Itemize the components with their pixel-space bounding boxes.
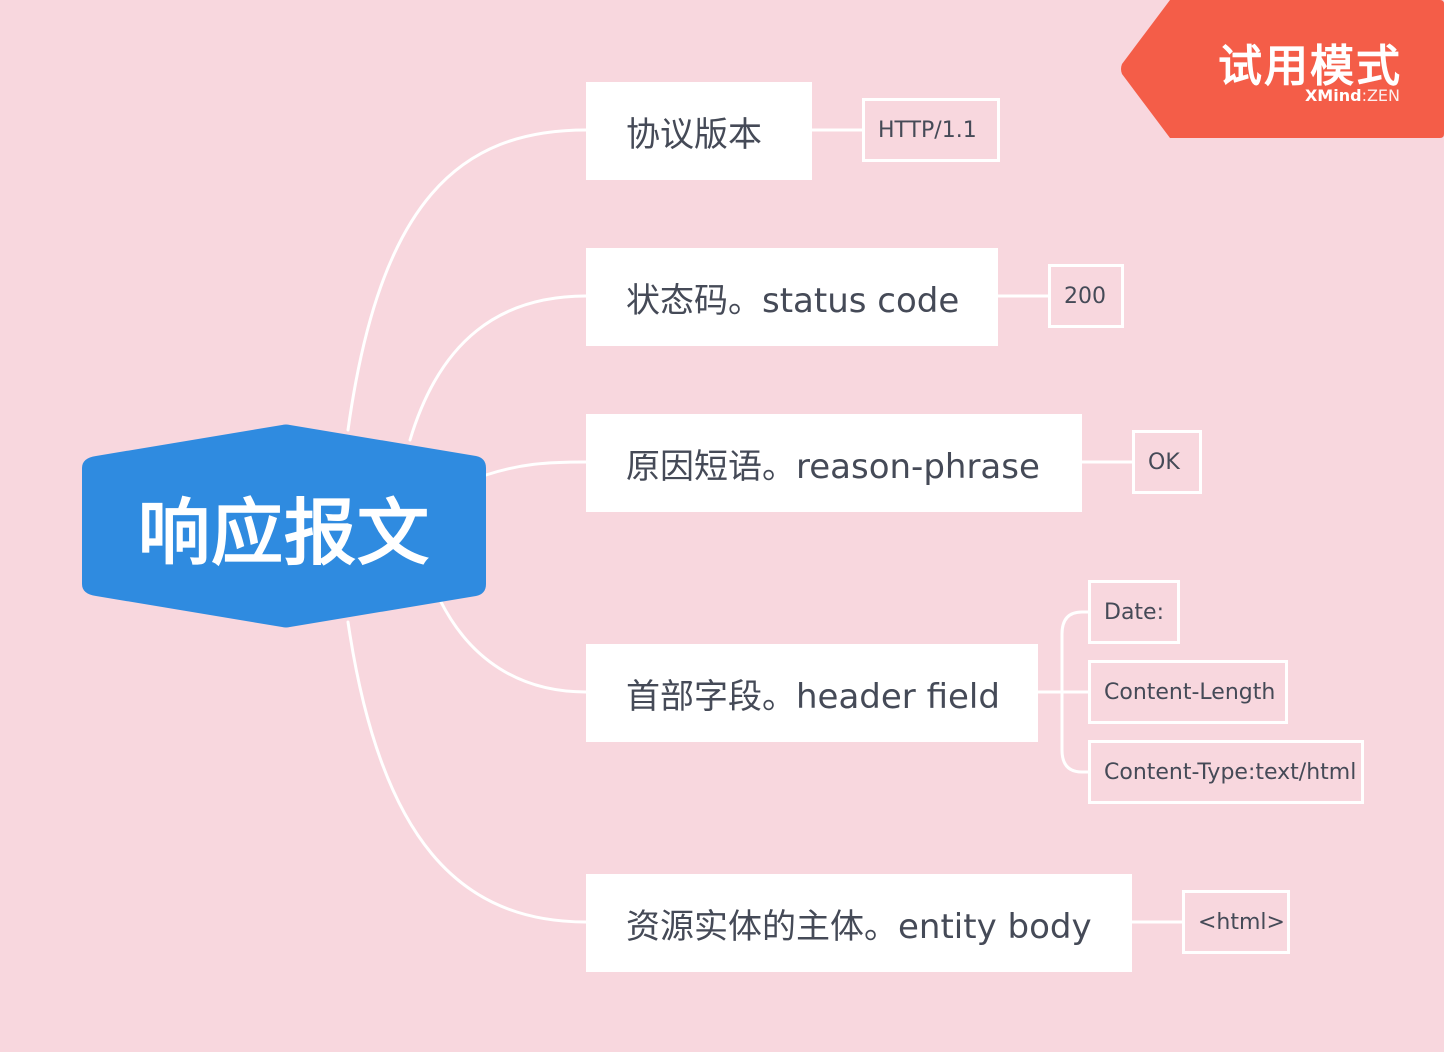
topic-label: 协议版本 bbox=[626, 114, 762, 155]
connector-branch-2 bbox=[408, 294, 588, 442]
brand-edition: ZEN bbox=[1366, 86, 1400, 105]
subtopic-label: Date: bbox=[1104, 599, 1164, 625]
topic-label: 原因短语。reason-phrase bbox=[626, 446, 1040, 487]
topic-protocol-version[interactable]: 协议版本 bbox=[586, 82, 812, 180]
xmind-zen-logo: XMind:ZEN bbox=[1305, 86, 1400, 105]
topic-label: 首部字段。header field bbox=[626, 676, 1000, 717]
subtopic-status-value[interactable]: 200 bbox=[1048, 264, 1124, 328]
subtopic-label: OK bbox=[1148, 449, 1180, 475]
subtopic-content-type[interactable]: Content-Type:text/html bbox=[1088, 740, 1364, 804]
connector-branch-1 bbox=[346, 128, 588, 432]
central-topic[interactable]: 响应报文 bbox=[82, 424, 486, 628]
subtopic-content-length[interactable]: Content-Length bbox=[1088, 660, 1288, 724]
subtopic-label: Content-Type:text/html bbox=[1104, 759, 1357, 785]
topic-entity-body[interactable]: 资源实体的主体。entity body bbox=[586, 874, 1132, 972]
central-topic-label: 响应报文 bbox=[137, 490, 430, 575]
connector-sub-4a bbox=[1035, 610, 1092, 694]
trial-mode-badge: 试用模式 XMind:ZEN bbox=[1120, 0, 1444, 138]
subtopic-label: HTTP/1.1 bbox=[878, 117, 977, 143]
subtopic-date[interactable]: Date: bbox=[1088, 580, 1180, 644]
mind-map-canvas: 响应报文 协议版本 HTTP/1.1 状态码。status code 200 原… bbox=[0, 0, 1444, 1052]
connector-branch-5 bbox=[346, 620, 588, 924]
subtopic-html[interactable]: <html> bbox=[1182, 890, 1290, 954]
subtopic-reason-value[interactable]: OK bbox=[1132, 430, 1202, 494]
connector-sub-4c bbox=[1060, 690, 1092, 774]
connector-branch-3 bbox=[484, 460, 588, 477]
subtopic-label: <html> bbox=[1198, 909, 1285, 935]
topic-reason-phrase[interactable]: 原因短语。reason-phrase bbox=[586, 414, 1082, 512]
subtopic-label: 200 bbox=[1064, 283, 1106, 309]
topic-header-field[interactable]: 首部字段。header field bbox=[586, 644, 1038, 742]
subtopic-http-version[interactable]: HTTP/1.1 bbox=[862, 98, 1000, 162]
topic-label: 资源实体的主体。entity body bbox=[626, 906, 1092, 947]
topic-status-code[interactable]: 状态码。status code bbox=[586, 248, 998, 346]
brand-name: XMind bbox=[1304, 86, 1362, 105]
subtopic-label: Content-Length bbox=[1104, 679, 1276, 705]
trial-mode-title: 试用模式 bbox=[1218, 41, 1402, 92]
topic-label: 状态码。status code bbox=[626, 280, 960, 321]
